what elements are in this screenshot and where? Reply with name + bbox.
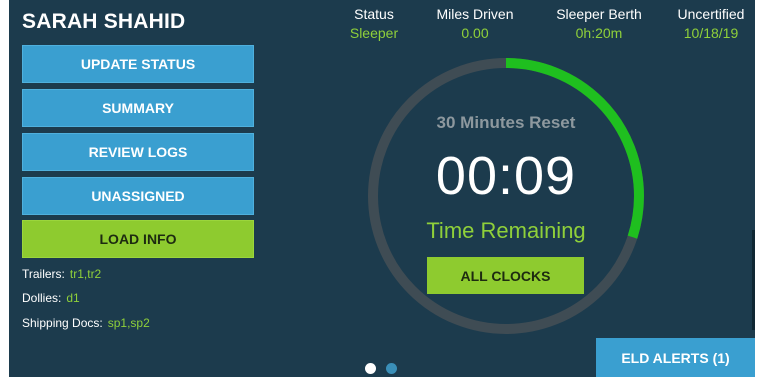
all-clocks-button[interactable]: ALL CLOCKS xyxy=(427,257,584,294)
clock-subtitle: Time Remaining xyxy=(426,218,586,243)
clock-title: 30 Minutes Reset xyxy=(436,113,576,132)
page-indicator-active[interactable] xyxy=(365,363,376,374)
eld-dashboard: SARAH SHAHID UPDATE STATUS SUMMARY REVIE… xyxy=(9,0,755,377)
clock-time: 00:09 xyxy=(435,146,577,206)
eld-alerts-button[interactable]: ELD ALERTS (1) xyxy=(596,338,755,377)
page-indicator-inactive[interactable] xyxy=(386,363,397,374)
panel-edge xyxy=(752,230,755,330)
